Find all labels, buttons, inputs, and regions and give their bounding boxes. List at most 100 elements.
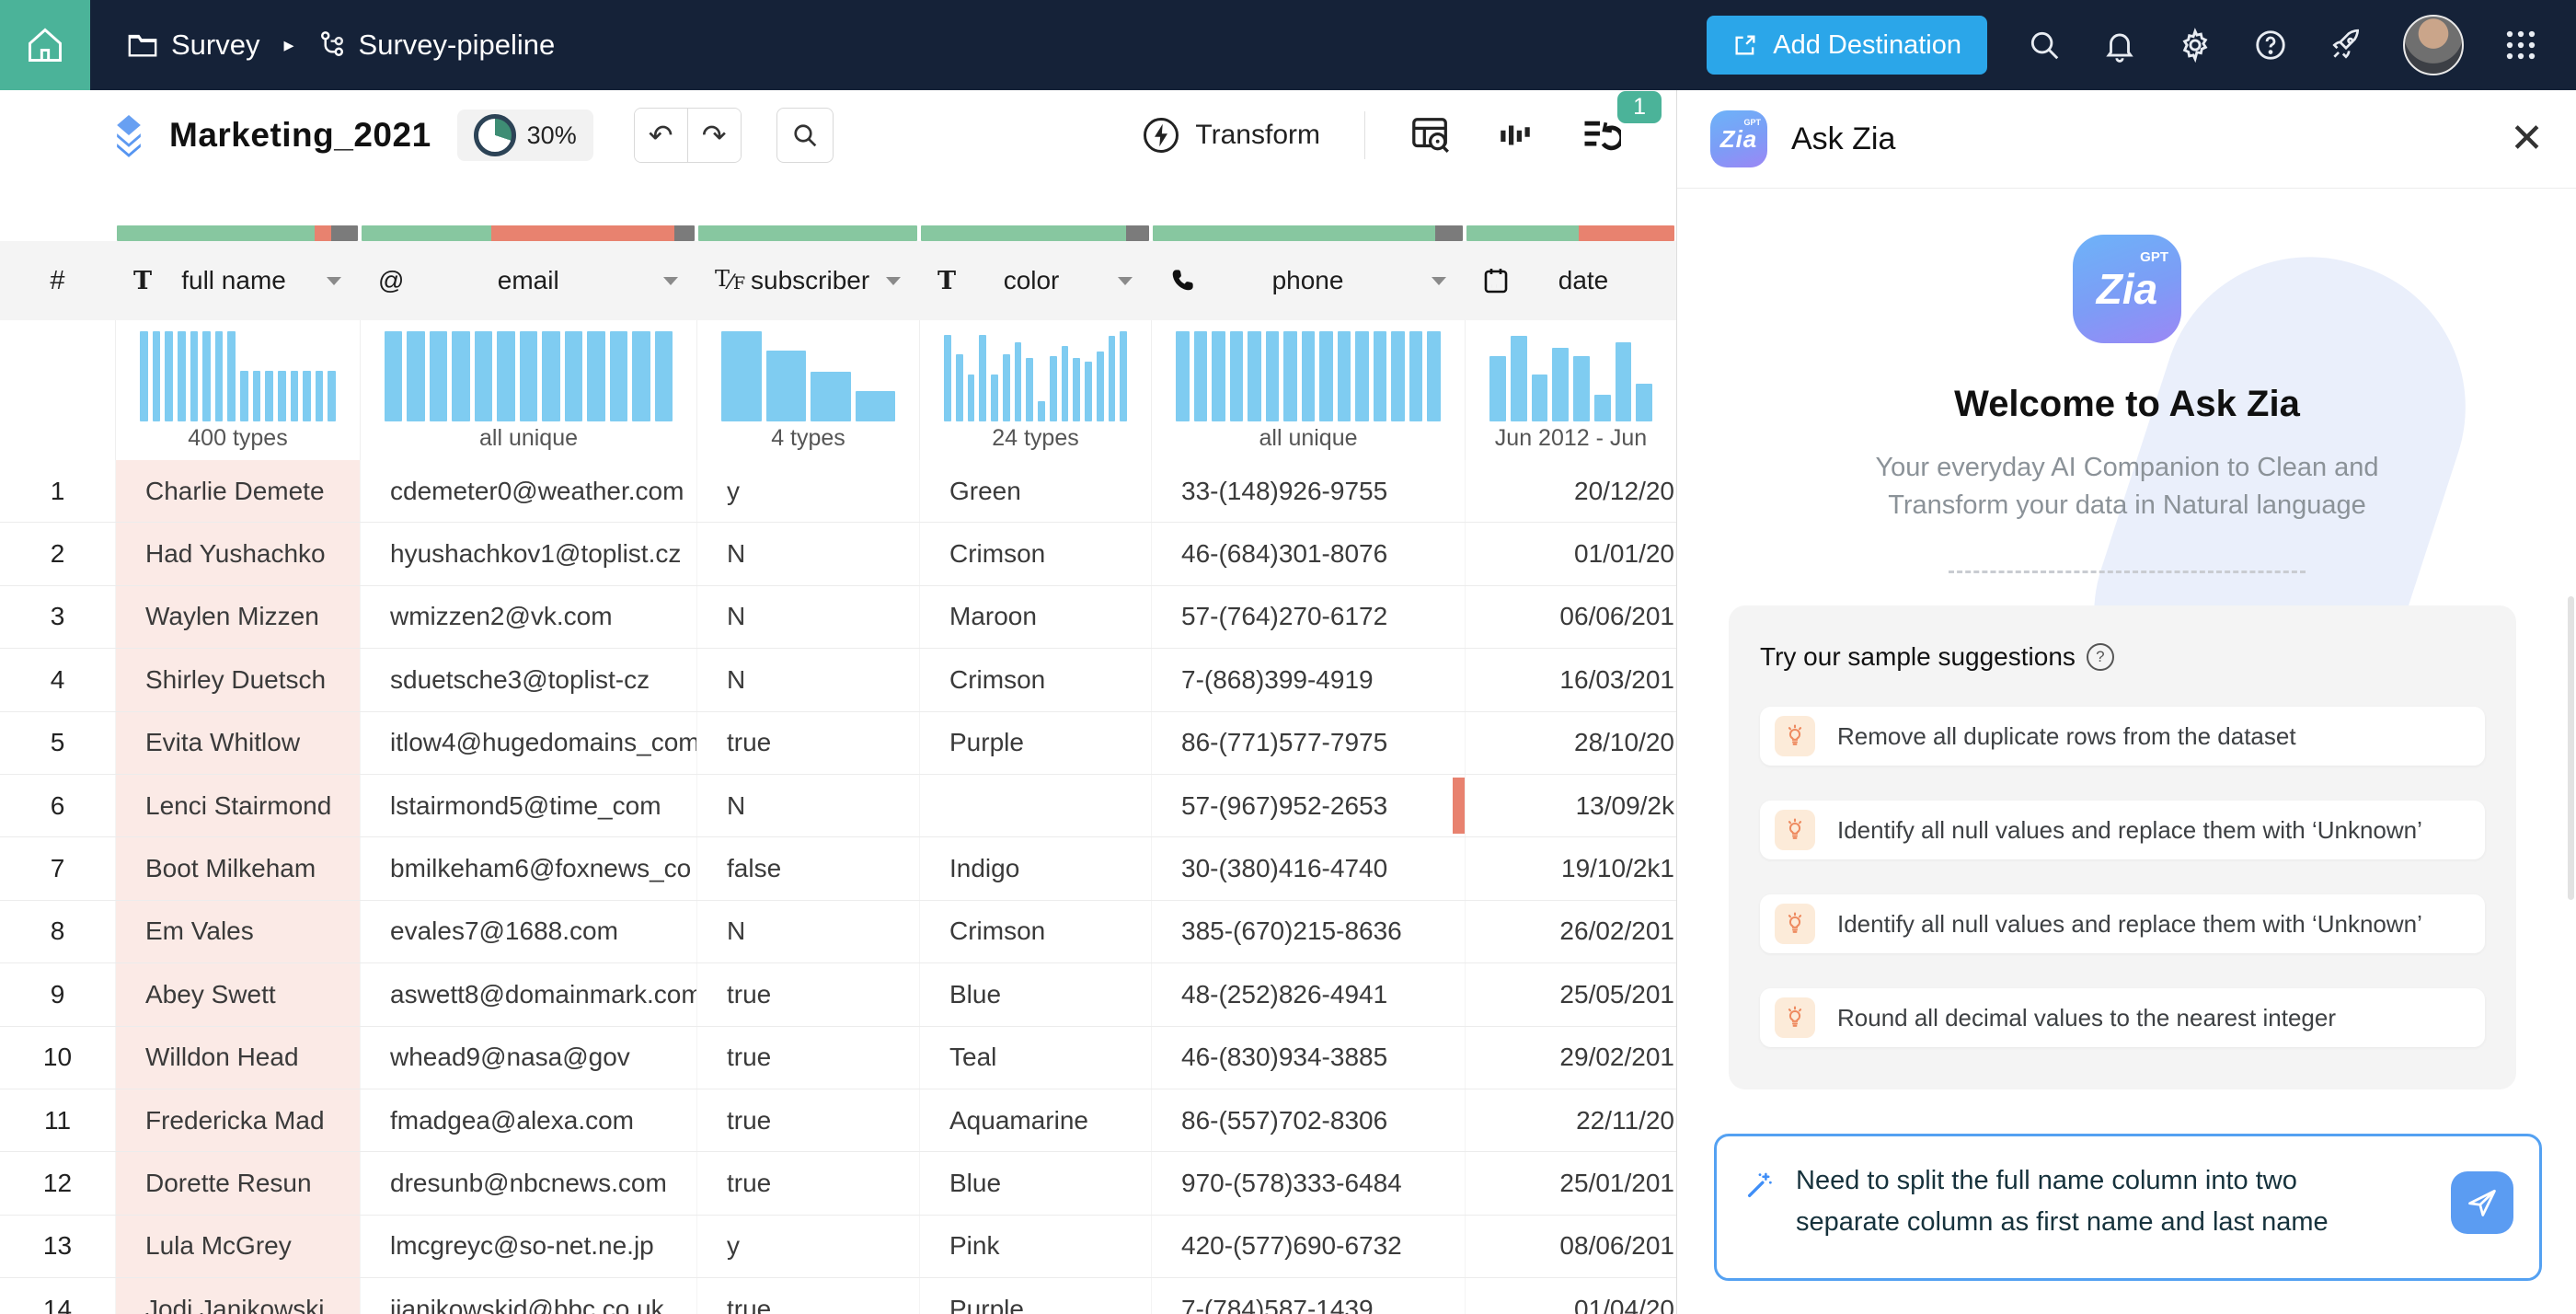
cell-phone[interactable]: 48-(252)826-4941 (1151, 963, 1465, 1025)
quality-bar-email[interactable] (362, 225, 695, 241)
quality-bar-name[interactable] (117, 225, 358, 241)
quality-bar-color[interactable] (921, 225, 1149, 241)
close-icon[interactable]: ✕ (2510, 119, 2544, 159)
cell-email[interactable]: lstairmond5@time_com (360, 775, 696, 836)
ask-zia-input[interactable]: Need to split the full name column into … (1714, 1134, 2542, 1281)
cell-email[interactable]: bmilkeham6@foxnews_co (360, 837, 696, 899)
cell-email[interactable]: jjanikowskid@bbc.co.uk (360, 1278, 696, 1314)
cell-email[interactable]: whead9@nasa@gov (360, 1027, 696, 1089)
column-header-email[interactable]: @ email (360, 241, 696, 320)
cell-phone[interactable]: 970-(578)333-6484 (1151, 1152, 1465, 1214)
cell-date[interactable]: 20/12/20 (1465, 460, 1676, 522)
column-header-subscriber[interactable]: T⁄F subscriber (696, 241, 919, 320)
quality-indicator[interactable]: 30% (457, 110, 593, 161)
cell-phone[interactable]: 86-(557)702-8306 (1151, 1089, 1465, 1151)
cell-date[interactable]: 28/10/20 (1465, 712, 1676, 774)
cell-email[interactable]: lmcgreyc@so-net.ne.jp (360, 1216, 696, 1277)
column-header-full-name[interactable]: T full name (115, 241, 360, 320)
cell-full-name[interactable]: Dorette Resun (115, 1152, 360, 1214)
suggestion-card[interactable]: Identify all null values and replace the… (1760, 801, 2485, 859)
cell-subscriber[interactable]: N (696, 523, 919, 584)
column-header-color[interactable]: T color (919, 241, 1151, 320)
cell-subscriber[interactable]: true (696, 1089, 919, 1151)
cell-subscriber[interactable]: false (696, 837, 919, 899)
cell-color[interactable]: Teal (919, 1027, 1151, 1089)
cell-full-name[interactable]: Willdon Head (115, 1027, 360, 1089)
cell-full-name[interactable]: Boot Milkeham (115, 837, 360, 899)
cell-subscriber[interactable]: N (696, 901, 919, 962)
search-icon[interactable] (2026, 27, 2063, 63)
cell-color[interactable]: Crimson (919, 901, 1151, 962)
cell-date[interactable]: 25/05/201 (1465, 963, 1676, 1025)
cell-subscriber[interactable]: true (696, 1278, 919, 1314)
data-preview-icon[interactable] (1409, 114, 1452, 156)
breadcrumb-pipeline[interactable]: Survey-pipeline (318, 29, 556, 62)
help-circle-icon[interactable]: ? (2087, 643, 2114, 671)
cell-email[interactable]: wmizzen2@vk.com (360, 586, 696, 648)
cell-phone[interactable]: 57-(967)952-2653 (1151, 775, 1465, 836)
chevron-down-icon[interactable] (1118, 277, 1133, 285)
cell-phone[interactable]: 7-(868)399-4919 (1151, 649, 1465, 710)
cell-full-name[interactable]: Abey Swett (115, 963, 360, 1025)
help-icon[interactable] (2252, 27, 2289, 63)
cell-date[interactable]: 01/04/20 (1465, 1278, 1676, 1314)
cell-color[interactable]: Blue (919, 963, 1151, 1025)
column-header-date[interactable]: date (1465, 241, 1676, 320)
cell-date[interactable]: 08/06/201 (1465, 1216, 1676, 1277)
cell-phone[interactable]: 86-(771)577-7975 (1151, 712, 1465, 774)
cell-full-name[interactable]: Charlie Demete (115, 460, 360, 522)
cell-subscriber[interactable]: true (696, 1027, 919, 1089)
cell-email[interactable]: hyushachkov1@toplist.cz (360, 523, 696, 584)
cell-phone[interactable]: 420-(577)690-6732 (1151, 1216, 1465, 1277)
bell-icon[interactable] (2101, 27, 2138, 63)
cell-full-name[interactable]: Waylen Mizzen (115, 586, 360, 648)
input-text[interactable]: Need to split the full name column into … (1796, 1160, 2385, 1243)
cell-color[interactable]: Purple (919, 1278, 1151, 1314)
quality-bar-sub[interactable] (698, 225, 917, 241)
cell-subscriber[interactable]: true (696, 1152, 919, 1214)
table-search-button[interactable] (776, 108, 834, 163)
applied-steps-icon[interactable]: 1 (1579, 115, 1621, 156)
cell-full-name[interactable]: Shirley Duetsch (115, 649, 360, 710)
cell-full-name[interactable]: Jodi Janikowski (115, 1278, 360, 1314)
cell-phone[interactable]: 46-(684)301-8076 (1151, 523, 1465, 584)
cell-email[interactable]: evales7@1688.com (360, 901, 696, 962)
chevron-down-icon[interactable] (886, 277, 901, 285)
cell-color[interactable]: Aquamarine (919, 1089, 1151, 1151)
cell-color[interactable]: Blue (919, 1152, 1151, 1214)
cell-email[interactable]: cdemeter0@weather.com (360, 460, 696, 522)
cell-phone[interactable]: 385-(670)215-8636 (1151, 901, 1465, 962)
column-stats-icon[interactable] (1496, 116, 1535, 155)
chevron-down-icon[interactable] (663, 277, 678, 285)
cell-date[interactable]: 19/10/2k1 (1465, 837, 1676, 899)
cell-subscriber[interactable]: y (696, 460, 919, 522)
cell-email[interactable]: itlow4@hugedomains_com (360, 712, 696, 774)
histogram-email[interactable]: all unique (360, 320, 696, 460)
cell-date[interactable]: 22/11/20 (1465, 1089, 1676, 1151)
suggestion-card[interactable]: Remove all duplicate rows from the datas… (1760, 707, 2485, 766)
transform-button[interactable]: Transform (1142, 116, 1320, 155)
cell-full-name[interactable]: Em Vales (115, 901, 360, 962)
cell-color[interactable] (919, 775, 1151, 836)
cell-color[interactable]: Purple (919, 712, 1151, 774)
cell-full-name[interactable]: Fredericka Mad (115, 1089, 360, 1151)
cell-subscriber[interactable]: N (696, 586, 919, 648)
avatar[interactable] (2403, 15, 2464, 75)
cell-subscriber[interactable]: N (696, 649, 919, 710)
redo-button[interactable]: ↷ (687, 109, 741, 162)
cell-color[interactable]: Crimson (919, 523, 1151, 584)
histogram-color[interactable]: 24 types (919, 320, 1151, 460)
undo-button[interactable]: ↶ (635, 109, 687, 162)
cell-date[interactable]: 13/09/2k (1465, 775, 1676, 836)
cell-date[interactable]: 06/06/201 (1465, 586, 1676, 648)
cell-subscriber[interactable]: y (696, 1216, 919, 1277)
suggestion-card[interactable]: Round all decimal values to the nearest … (1760, 988, 2485, 1047)
apps-grid-icon[interactable] (2502, 27, 2539, 63)
home-button[interactable] (0, 0, 90, 90)
rocket-icon[interactable] (2328, 27, 2364, 63)
histogram-name[interactable]: 400 types (115, 320, 360, 460)
cell-full-name[interactable]: Lenci Stairmond (115, 775, 360, 836)
panel-scrollbar[interactable] (2568, 596, 2574, 900)
send-button[interactable] (2451, 1171, 2513, 1234)
cell-email[interactable]: aswett8@domainmark.com (360, 963, 696, 1025)
